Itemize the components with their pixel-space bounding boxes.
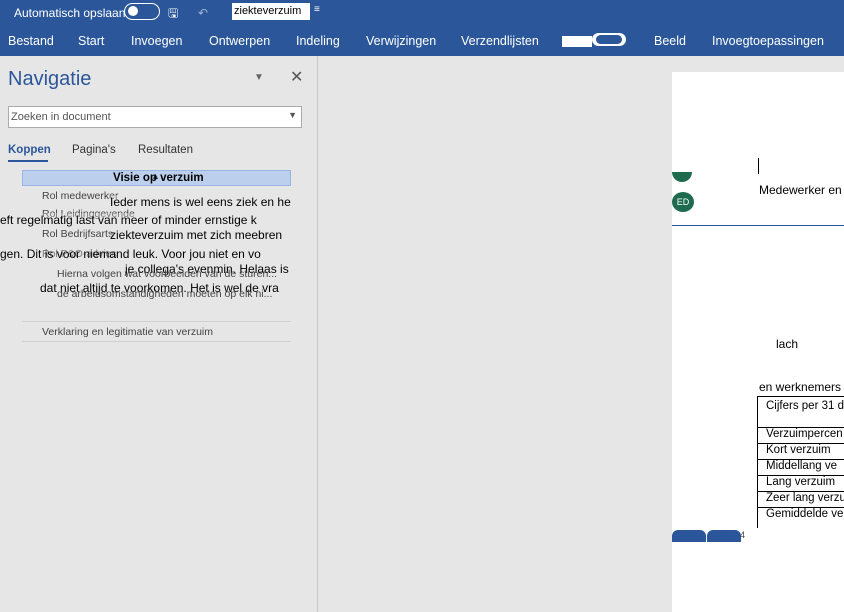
- heading-item-selected[interactable]: ▲ Visie op verzuim: [22, 170, 291, 186]
- table-row: Gemiddelde ve: [758, 507, 844, 523]
- divider: [22, 341, 291, 342]
- tab-start[interactable]: Start: [78, 34, 104, 48]
- tab-invoegtoepassingen[interactable]: Invoegtoepassingen: [712, 34, 824, 48]
- undo-icon[interactable]: ↶: [198, 3, 208, 23]
- tab-resultaten[interactable]: Resultaten: [138, 144, 193, 156]
- ribbon-artifact: [562, 36, 592, 47]
- chevron-down-icon[interactable]: ▼: [254, 72, 264, 83]
- heading-item[interactable]: Verklaring en legitimatie van verzuim: [42, 326, 213, 338]
- heading-item[interactable]: Rol Bedrijfsarts: [42, 228, 113, 240]
- tab-verzendlijsten[interactable]: Verzendlijsten: [461, 34, 539, 48]
- tab-invoegen[interactable]: Invoegen: [131, 34, 182, 48]
- doc-overlay-text: gen. Dit is voor niemand leuk. Voor jou …: [0, 247, 261, 261]
- doc-overlay-text: eft regelmatig last van meer of minder e…: [0, 213, 257, 227]
- page-number: 4: [740, 530, 746, 540]
- tab-ontwerpen[interactable]: Ontwerpen: [209, 34, 270, 48]
- table-row: Kort verzuim: [758, 443, 844, 459]
- quick-access-dropdown-icon[interactable]: ≡: [314, 4, 320, 15]
- text-cursor: [758, 158, 759, 174]
- doc-overlay-text: ziekteverzuim met zich meebren: [110, 228, 283, 242]
- tab-indeling[interactable]: Indeling: [296, 34, 340, 48]
- page-text-line: lach: [776, 337, 799, 351]
- autosave-label: Automatisch opslaan: [14, 6, 126, 20]
- status-pill: [672, 530, 706, 542]
- nav-title: Navigatie: [8, 68, 92, 90]
- title-bar: Automatisch opslaan 🖫 ↶ ziekteverzuim ≡: [0, 0, 844, 27]
- tab-bestand[interactable]: Bestand: [8, 34, 54, 48]
- data-table: Cijfers per 31 d Verzuimpercen Kort verz…: [757, 396, 844, 528]
- tab-controleren-toggle[interactable]: [592, 33, 626, 46]
- tab-pill-inner: [596, 35, 622, 44]
- table-row: Cijfers per 31 d: [758, 396, 844, 427]
- status-pill: [707, 530, 741, 542]
- page-text-line: Medewerker en: [759, 183, 842, 197]
- save-icon[interactable]: 🖫: [168, 3, 178, 23]
- divider: [22, 321, 291, 322]
- avatar[interactable]: ED: [672, 192, 694, 212]
- search-input[interactable]: Zoeken in document ▼: [8, 106, 302, 128]
- heading-item[interactable]: Rol medewerker: [42, 190, 118, 202]
- tab-beeld[interactable]: Beeld: [654, 34, 686, 48]
- tab-verwijzingen[interactable]: Verwijzingen: [366, 34, 436, 48]
- table-row: Lang verzuim: [758, 475, 844, 491]
- tab-koppen[interactable]: Koppen: [8, 144, 51, 156]
- tab-paginas[interactable]: Pagina's: [72, 144, 116, 156]
- table-row: Zeer lang verzu: [758, 491, 844, 507]
- table-row: Middellang ve: [758, 459, 844, 475]
- search-placeholder: Zoeken in document: [11, 111, 111, 123]
- heading-label: Visie op verzuim: [113, 172, 204, 184]
- header-rule: [672, 225, 844, 226]
- doc-overlay-text: Ieder mens is wel eens ziek en he: [110, 195, 291, 209]
- heading-item[interactable]: de arbeidsomstandigheden moeten op elk n…: [57, 288, 272, 300]
- active-tab-indicator: [8, 160, 48, 162]
- heading-item[interactable]: Hierna volgen wat voorbeelden van de stu…: [57, 268, 277, 280]
- close-icon[interactable]: ✕: [290, 67, 303, 87]
- search-dropdown-icon[interactable]: ▼: [288, 110, 297, 120]
- page-text-line: en werknemers: [759, 380, 842, 394]
- table-row: Verzuimpercen: [758, 427, 844, 443]
- ribbon-tabs: Bestand Start Invoegen Ontwerpen Indelin…: [0, 27, 844, 56]
- document-title: ziekteverzuim: [232, 3, 310, 20]
- navigation-pane: Navigatie ▼ ✕ Zoeken in document ▼ Koppe…: [0, 56, 318, 612]
- toggle-knob: [128, 6, 138, 16]
- autosave-toggle[interactable]: [124, 3, 160, 20]
